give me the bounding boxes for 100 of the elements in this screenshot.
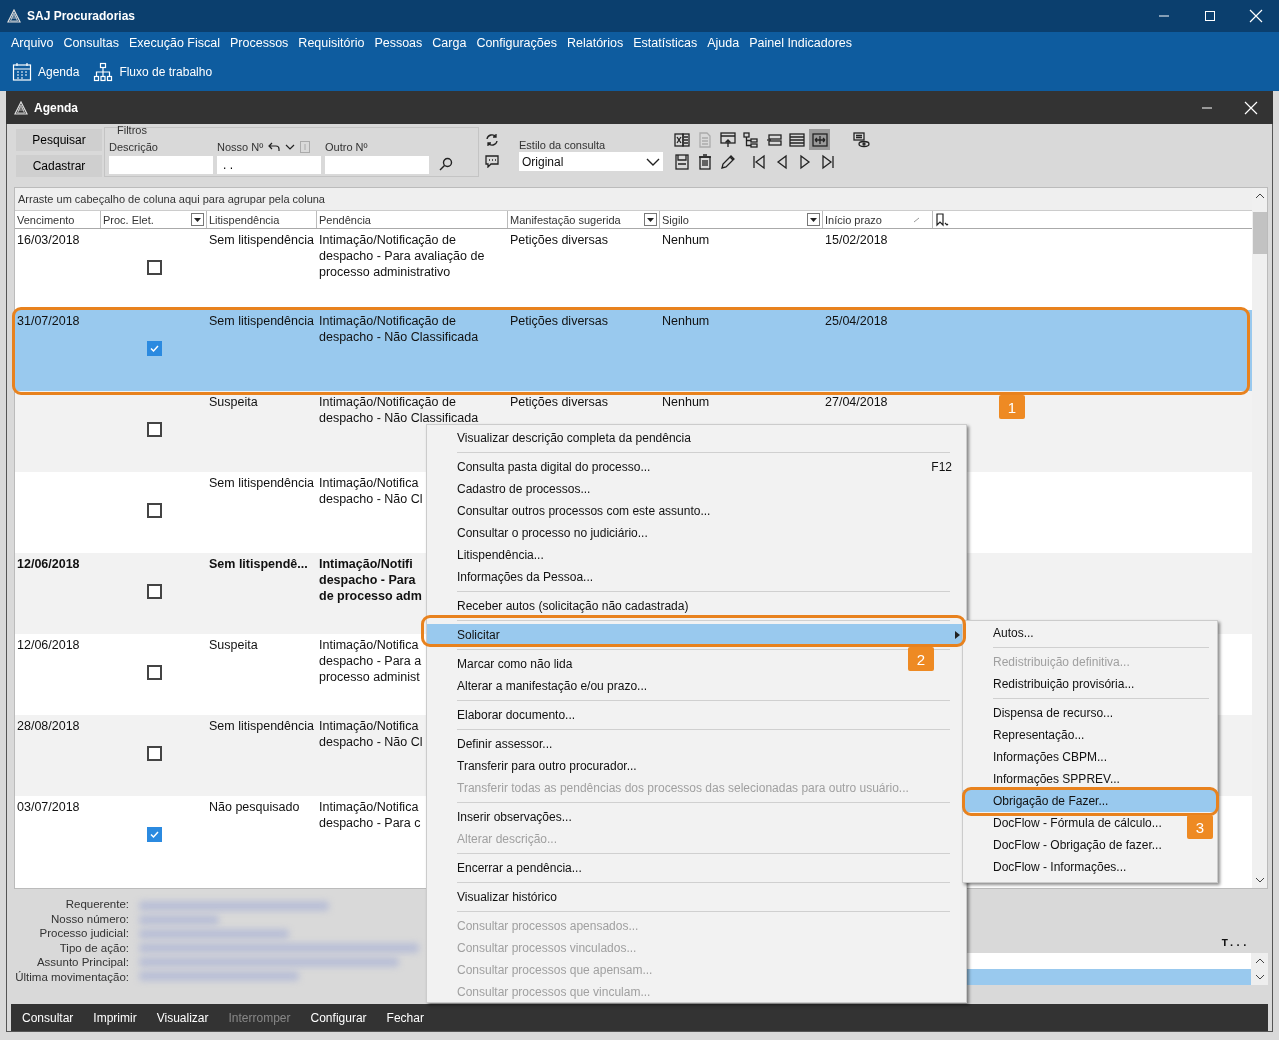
menu-item[interactable]: Painel Indicadores <box>744 35 858 50</box>
column-header[interactable]: Manifestação sugerida <box>508 211 660 228</box>
checkbox[interactable] <box>146 341 162 356</box>
menu-item[interactable]: Receber autos (solicitação não cadastrada) <box>427 595 703 617</box>
menu-item[interactable]: Execução Fiscal <box>124 35 225 50</box>
menu-item[interactable]: Autos... <box>963 622 1048 644</box>
menu-item[interactable]: Obrigação de Fazer... <box>963 790 1217 812</box>
menu-item[interactable]: Representação... <box>963 724 1099 746</box>
preview-icon[interactable] <box>850 129 871 150</box>
menu-item[interactable]: DocFlow - Informações... <box>963 856 1141 878</box>
menu-item[interactable]: Configurações <box>471 35 562 50</box>
table-cell: Nenhum <box>662 314 710 328</box>
menu-item[interactable]: Consultar o processo no judiciário... <box>427 522 662 544</box>
checkbox[interactable] <box>146 584 162 599</box>
menu-item[interactable]: Visualizar descrição completa da pendência <box>427 427 705 449</box>
menu-item[interactable]: Definir assessor... <box>427 733 567 755</box>
fit-icon[interactable] <box>809 129 830 150</box>
tree-icon[interactable] <box>740 129 761 150</box>
menu-item[interactable]: Consulta pasta digital do processo... F12 <box>427 456 966 478</box>
menu-item[interactable]: Alterar a manifestação e/ou prazo... <box>427 675 662 697</box>
checkbox[interactable] <box>146 422 162 437</box>
scroll-up-icon[interactable] <box>1254 957 1265 965</box>
action-button[interactable]: Visualizar <box>156 1010 209 1025</box>
column-chooser-icon[interactable] <box>935 212 949 227</box>
action-button[interactable]: Consultar <box>22 1010 74 1025</box>
table-cell: 25/04/2018 <box>825 314 888 328</box>
menu-item[interactable]: Informações da Pessoa... <box>427 566 608 588</box>
menu-item[interactable]: Ajuda <box>702 35 745 50</box>
scroll-up-icon[interactable] <box>1254 192 1265 200</box>
caret-icon[interactable] <box>285 144 296 150</box>
table-cell: Sem litispendência <box>209 476 314 490</box>
menu-item[interactable]: Encerrar a pendência... <box>427 857 596 879</box>
menu-item[interactable]: Redistribuição provisória... <box>963 673 1149 695</box>
checkbox[interactable] <box>146 665 162 680</box>
scrollbar[interactable] <box>1252 188 1267 888</box>
table-cell: 27/04/2018 <box>825 395 888 409</box>
menu-item[interactable]: Litispendência... <box>427 544 558 566</box>
comment-icon[interactable] <box>485 155 499 168</box>
sort-icon <box>913 216 920 223</box>
hierarchy-icon <box>93 62 114 83</box>
checkbox[interactable] <box>146 260 162 275</box>
filter-dropdown-icon[interactable] <box>644 213 657 226</box>
checkbox[interactable] <box>146 827 162 842</box>
menu-item[interactable]: DocFlow - Obrigação de fazer... <box>963 834 1176 856</box>
checkbox[interactable] <box>146 503 162 518</box>
checkbox[interactable] <box>146 746 162 761</box>
action-button[interactable]: Pesquisar <box>16 129 102 151</box>
column-header[interactable]: Início prazo <box>823 211 933 228</box>
menu-item[interactable]: Consultas <box>58 35 124 50</box>
menu-item[interactable]: Pessoas <box>369 35 428 50</box>
menu-item[interactable]: Relatórios <box>562 35 629 50</box>
menu-item[interactable]: DocFlow - Fórmula de cálculo... <box>963 812 1176 834</box>
menu-item[interactable]: Processos <box>225 35 294 50</box>
style-dropdown[interactable]: Original <box>519 152 663 171</box>
table-cell: 28/08/2018 <box>17 719 80 733</box>
scroll-thumb[interactable] <box>1252 212 1267 254</box>
field-label: Nosso número: <box>51 911 129 926</box>
action-button[interactable]: Imprimir <box>93 1010 137 1025</box>
column-header[interactable]: Pendência <box>317 211 508 228</box>
input-field[interactable] <box>109 156 213 174</box>
action-button[interactable]: Fechar <box>386 1010 424 1025</box>
search-icon[interactable] <box>439 157 453 171</box>
menu-item[interactable]: Informações CBPM... <box>963 746 1122 768</box>
menu-item[interactable]: Marcar como não lida <box>427 653 587 675</box>
import-icon[interactable] <box>717 129 738 150</box>
scroll-down-icon[interactable] <box>1254 973 1265 981</box>
menu-item[interactable]: Inserir observações... <box>427 806 586 828</box>
menu-item[interactable]: Consultar outros processos com este assunto... <box>427 500 725 522</box>
action-button[interactable]: Cadastrar <box>16 155 102 177</box>
table-cell: Sem litispendência <box>209 233 314 247</box>
menu-item[interactable]: Informações SPPREV... <box>963 768 1134 790</box>
column-header[interactable]: Sigilo <box>660 211 823 228</box>
menu-item[interactable]: Visualizar histórico <box>427 886 571 908</box>
menu-item[interactable]: Dispensa de recurso... <box>963 702 1128 724</box>
menu-item[interactable]: Estatísticas <box>628 35 703 50</box>
column-header[interactable]: Vencimento <box>15 211 101 228</box>
toolbar-button[interactable]: Agenda <box>12 62 80 83</box>
action-button[interactable]: Configurar <box>310 1010 367 1025</box>
menu-item[interactable]: Requisitório <box>293 35 370 50</box>
table-cell: 03/07/2018 <box>17 800 80 814</box>
field-label: Tipo de ação: <box>59 940 129 955</box>
menu-item[interactable]: Elaborar documento... <box>427 704 590 726</box>
column-header[interactable]: Proc. Elet. <box>101 211 207 228</box>
input-field[interactable] <box>325 156 429 174</box>
column-header[interactable]: Litispendência <box>207 211 317 228</box>
toolbar-button[interactable]: Fluxo de trabalho <box>93 62 213 83</box>
filter-dropdown-icon[interactable] <box>807 213 820 226</box>
menu-item[interactable]: Cadastro de processos... <box>427 478 605 500</box>
menu-item[interactable]: Transferir para outro procurador... <box>427 755 651 777</box>
filter-dropdown-icon[interactable] <box>191 213 204 226</box>
field-label: Estilo da consulta <box>519 139 607 151</box>
field-label: Nosso Nº <box>217 141 264 153</box>
refresh-icon[interactable] <box>485 133 499 147</box>
menu-item[interactable]: Arquivo <box>6 35 59 50</box>
undo-icon[interactable] <box>268 142 281 152</box>
table-cell: Intimação/Notificação de despacho - Para avaliação de processo administrativo <box>319 233 485 279</box>
table-cell: Nenhum <box>662 233 710 247</box>
scroll-down-icon[interactable] <box>1254 876 1265 884</box>
menu-item[interactable]: Carga <box>427 35 472 50</box>
input-field[interactable]: . . <box>217 156 321 174</box>
